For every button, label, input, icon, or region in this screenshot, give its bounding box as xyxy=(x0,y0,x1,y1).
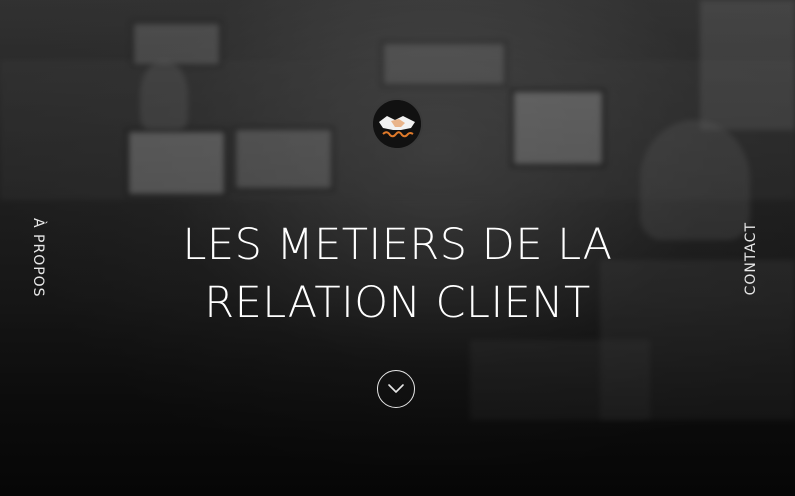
chevron-down-icon xyxy=(388,384,404,393)
nav-link-contact[interactable]: CONTACT xyxy=(743,222,759,295)
handshake-logo[interactable] xyxy=(371,98,423,150)
title-line-1: LES METIERS DE LA xyxy=(182,220,613,270)
handshake-icon xyxy=(373,100,421,148)
title-line-2: RELATION CLIENT xyxy=(204,278,591,328)
hero-section: LES METIERS DE LA RELATION CLIENT À PROP… xyxy=(0,0,795,496)
page-title: LES METIERS DE LA RELATION CLIENT xyxy=(0,216,795,332)
nav-link-a-propos[interactable]: À PROPOS xyxy=(30,218,46,298)
scroll-down-button[interactable] xyxy=(377,370,415,408)
